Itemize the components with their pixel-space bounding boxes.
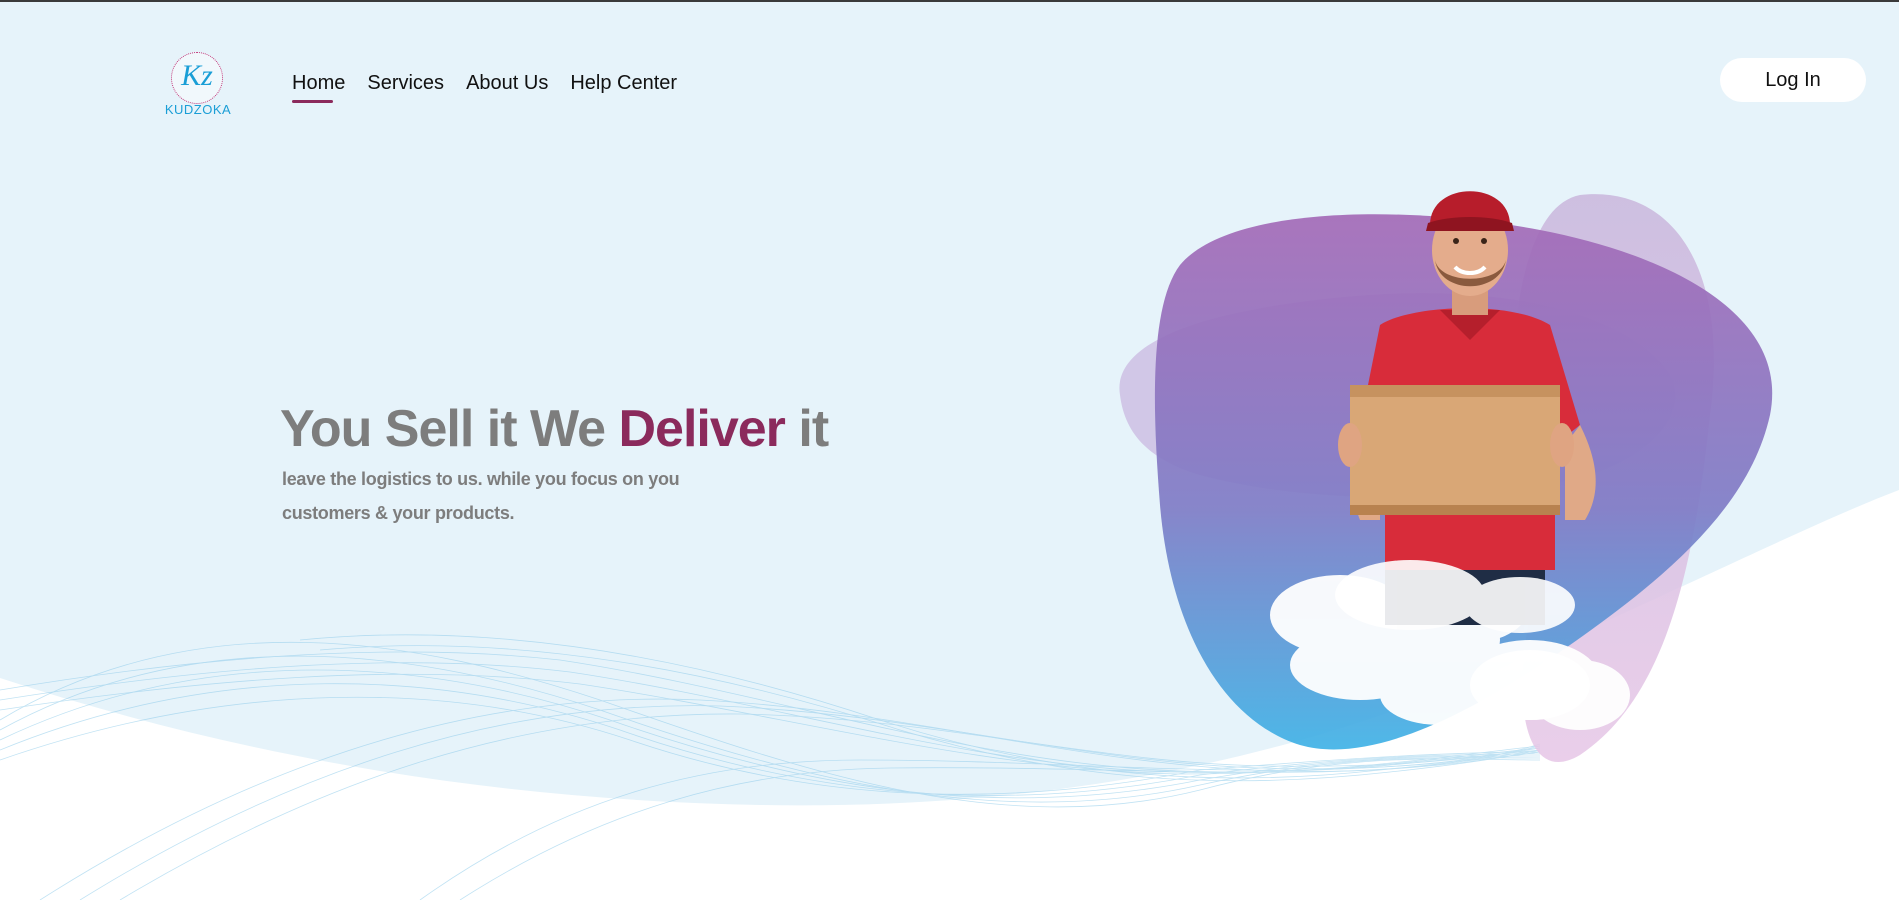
nav-item-help-center[interactable]: Help Center <box>570 70 677 96</box>
delivery-man-with-box-icon <box>1119 191 1773 763</box>
brand-logo[interactable]: Kz KUDZOKA <box>160 50 236 122</box>
main-nav: Home Services About Us Help Center <box>292 70 699 103</box>
hero-subtext: leave the logistics to us. while you foc… <box>282 469 680 523</box>
hero-headline: You Sell it We Deliver it <box>280 398 829 460</box>
nav-item-services[interactable]: Services <box>367 70 444 96</box>
nav-item-home[interactable]: Home <box>292 70 345 103</box>
login-button[interactable]: Log In <box>1720 58 1866 102</box>
headline-accent: Deliver <box>618 400 785 458</box>
nav-item-about-us[interactable]: About Us <box>466 70 548 96</box>
headline-part2: it <box>784 400 829 458</box>
brand-name: KUDZOKA <box>164 102 232 117</box>
headline-part1: You Sell it We <box>280 400 619 458</box>
kz-monogram-icon: Kz <box>181 59 213 92</box>
